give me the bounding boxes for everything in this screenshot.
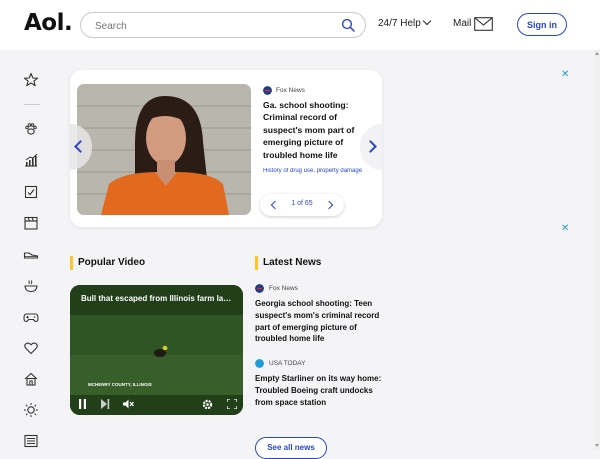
story-photo[interactable]: [77, 84, 251, 215]
heart-icon[interactable]: [23, 340, 39, 356]
food-bowl-icon[interactable]: [23, 278, 39, 294]
fullscreen-icon[interactable]: [227, 399, 237, 409]
mail-icon[interactable]: [474, 17, 493, 31]
gamepad-icon[interactable]: [23, 309, 39, 325]
chevron-right-icon: [364, 140, 377, 153]
news-carousel-card: Fox News Ga. school shooting: Criminal r…: [70, 70, 382, 227]
scroll-down-arrow-icon[interactable]: [595, 444, 599, 447]
help-menu[interactable]: 24/7 Help: [378, 16, 432, 29]
mute-icon[interactable]: [123, 399, 134, 409]
paw-icon[interactable]: [23, 121, 39, 137]
clapperboard-icon[interactable]: [23, 215, 39, 231]
ad-close-icon-2[interactable]: ✕: [561, 223, 569, 234]
search-input[interactable]: [93, 17, 337, 35]
chevron-left-icon: [74, 140, 87, 153]
video-location: MCHENRY COUNTY, ILLINOIS: [88, 382, 152, 387]
aol-logo[interactable]: Aol.: [24, 10, 73, 36]
checklist-icon[interactable]: [23, 184, 39, 200]
page-scrollbar[interactable]: [594, 50, 600, 450]
carousel-pager: 1 of 65: [260, 194, 344, 216]
news-title[interactable]: Empty Starliner on its way home: Trouble…: [255, 373, 383, 408]
news-source: Fox News: [269, 285, 298, 292]
sign-in-button[interactable]: Sign in: [517, 13, 567, 36]
related-link[interactable]: History of drug use, property damage: [263, 168, 363, 174]
category-sidebar: [0, 50, 64, 450]
story-headline[interactable]: Ga. school shooting: Criminal record of …: [263, 99, 363, 161]
chevron-down-icon: [422, 16, 432, 26]
search-icon[interactable]: [341, 18, 355, 32]
sidebar-divider: [24, 104, 40, 105]
news-title[interactable]: Georgia school shooting: Teen suspect's …: [255, 298, 383, 345]
mail-link[interactable]: Mail: [453, 18, 471, 29]
top-header: Aol. 24/7 Help Mail Sign in: [0, 0, 600, 50]
help-label: 24/7 Help: [378, 18, 421, 29]
popular-video-heading: Popular Video: [70, 256, 145, 270]
fox-news-logo: [263, 86, 272, 95]
ad-close-icon[interactable]: ✕: [561, 69, 569, 80]
carousel-next-button[interactable]: [360, 124, 382, 170]
video-player[interactable]: Bull that escaped from Illinois farm lan…: [70, 285, 243, 415]
star-icon[interactable]: [23, 72, 39, 88]
video-title: Bull that escaped from Illinois farm lan…: [81, 294, 236, 303]
story-source: Fox News: [276, 87, 305, 94]
usa-today-logo: [255, 359, 264, 368]
video-controls: [70, 393, 243, 415]
newspaper-icon[interactable]: [23, 433, 39, 449]
see-all-news-button[interactable]: See all news: [255, 437, 327, 459]
settings-gear-icon[interactable]: [202, 399, 213, 410]
next-track-icon[interactable]: [101, 399, 110, 409]
sneaker-icon[interactable]: [23, 246, 39, 262]
scroll-up-arrow-icon[interactable]: [595, 52, 599, 55]
latest-news-heading: Latest News: [255, 256, 321, 270]
search-box[interactable]: [80, 12, 366, 38]
house-icon[interactable]: [23, 371, 39, 387]
finance-chart-icon[interactable]: [23, 152, 39, 168]
news-source: USA TODAY: [269, 360, 306, 367]
fox-news-logo: [255, 284, 264, 293]
pause-icon[interactable]: [78, 399, 87, 409]
sun-icon[interactable]: [23, 402, 39, 418]
